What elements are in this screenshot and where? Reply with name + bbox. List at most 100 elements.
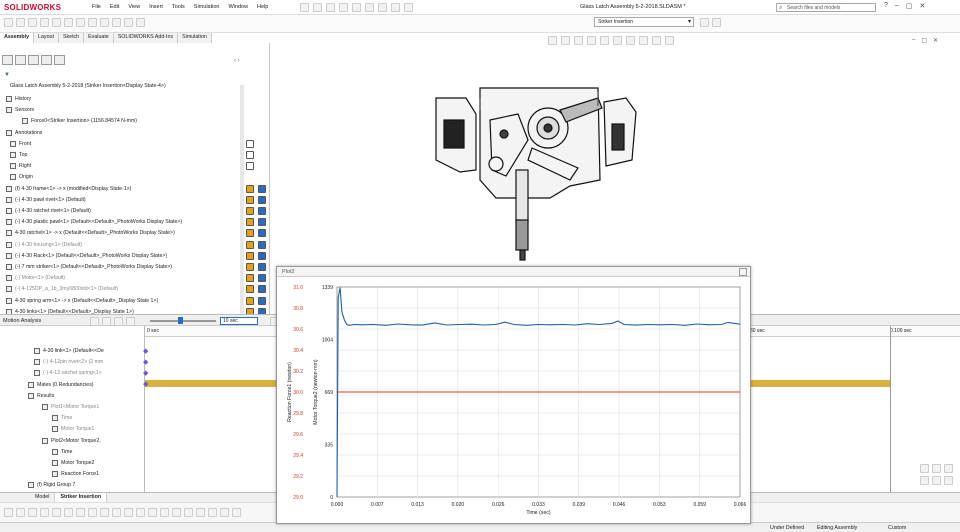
motion-tree-item[interactable]: 4-30 link<1> (Default<<De xyxy=(34,346,104,356)
appearance-icon[interactable] xyxy=(246,251,254,260)
display-state-icon[interactable] xyxy=(258,263,266,271)
appearance-icon[interactable] xyxy=(246,285,254,294)
tool-icon[interactable] xyxy=(40,508,49,517)
tree-item[interactable]: Top xyxy=(10,150,27,160)
appearance-icon[interactable] xyxy=(246,263,254,271)
tree-item[interactable]: Annotations xyxy=(6,128,42,138)
panel-chevrons[interactable]: ‹ › xyxy=(234,58,240,64)
display-state-icon[interactable] xyxy=(258,296,266,305)
tool-icon[interactable] xyxy=(4,508,13,517)
tool-icon[interactable] xyxy=(76,508,85,517)
home-icon[interactable] xyxy=(300,3,309,12)
tool-icon[interactable] xyxy=(112,508,121,517)
tree-scrollbar[interactable] xyxy=(240,85,244,315)
plane-visibility-icon[interactable] xyxy=(246,139,254,148)
instant3d-icon[interactable] xyxy=(136,18,145,27)
tree-item[interactable]: (-) 4-30 pawl rivet<1> (Default) xyxy=(6,195,86,205)
menu-file[interactable]: File xyxy=(92,4,101,10)
view-orientation-icon[interactable] xyxy=(700,18,709,27)
motion-tree-item[interactable]: (-) 4-13 ratchet spring<1> xyxy=(34,368,102,378)
motion-tree-item[interactable]: Time xyxy=(52,447,72,457)
appearance-icon[interactable] xyxy=(246,207,254,215)
mate-icon[interactable] xyxy=(16,18,25,27)
tool-icon[interactable] xyxy=(184,508,193,517)
tree-item[interactable]: Origin xyxy=(10,172,33,182)
tree-item[interactable]: 4-30 ratchet<1> -> x (Default<<Default>_… xyxy=(6,228,175,238)
menu-edit[interactable]: Edit xyxy=(110,4,119,10)
tab-striker-insertion[interactable]: Striker Insertion xyxy=(55,493,108,502)
tree-item[interactable]: (-) 4-30 ratchet rivet<1> (Default) xyxy=(6,206,91,216)
motion-tree-item[interactable]: Time xyxy=(52,413,72,423)
tree-item[interactable]: (-) 4-30 plastic pawl<1> (Default<<Defau… xyxy=(6,217,182,227)
menu-tools[interactable]: Tools xyxy=(172,4,185,10)
play-icon[interactable] xyxy=(114,317,123,326)
search-icon[interactable] xyxy=(548,36,557,45)
minimize-icon[interactable]: – xyxy=(895,2,899,10)
motion-tree-item[interactable]: Motor Torque2 xyxy=(52,458,94,468)
new-document-icon[interactable] xyxy=(313,3,322,12)
feature-manager-tab[interactable] xyxy=(2,55,13,65)
smart-fastener-icon[interactable] xyxy=(40,18,49,27)
motion-tree-item[interactable]: Results xyxy=(28,391,54,401)
tree-item[interactable]: (f) 4-30 frame<1> -> x (modified<Display… xyxy=(6,184,131,194)
motion-tree-item[interactable]: Plot2<Motor Torque2, xyxy=(42,436,101,446)
tab-model[interactable]: Model xyxy=(30,493,56,502)
appearance-icon[interactable] xyxy=(246,218,254,227)
tree-root[interactable]: Glass Latch Assembly 5-2-2018 (Striker I… xyxy=(10,83,166,89)
menu-help[interactable]: Help xyxy=(257,4,268,10)
display-state-icon[interactable] xyxy=(258,218,266,227)
menu-simulation[interactable]: Simulation xyxy=(194,4,220,10)
motion-tree-item[interactable]: (-) 4-12pin rivet<2> (2 mm xyxy=(34,357,103,367)
tool-icon[interactable] xyxy=(196,508,205,517)
zoom-out-icon[interactable] xyxy=(932,476,941,485)
tree-item[interactable]: (-) 4-30 Rack<1> (Default<<Default>_Phot… xyxy=(6,251,167,261)
undo-icon[interactable] xyxy=(365,3,374,12)
zoom-in-icon[interactable] xyxy=(920,464,929,473)
latch-assembly-model[interactable] xyxy=(420,80,650,265)
plane-visibility-icon[interactable] xyxy=(246,151,254,159)
plane-visibility-icon[interactable] xyxy=(246,162,254,171)
display-state-icon[interactable] xyxy=(258,251,266,260)
select-icon[interactable] xyxy=(378,3,387,12)
filter-icon[interactable]: ▼ xyxy=(4,72,10,78)
tool-icon[interactable] xyxy=(64,508,73,517)
bill-of-materials-icon[interactable] xyxy=(112,18,121,27)
appearance-icon[interactable] xyxy=(639,36,648,45)
tool-icon[interactable] xyxy=(136,508,145,517)
motion-tree-item[interactable]: (f) Rigid Group 7 xyxy=(28,480,75,490)
display-state-icon[interactable] xyxy=(258,207,266,215)
display-manager-tab[interactable] xyxy=(54,55,65,65)
status-units[interactable]: Custom xyxy=(888,525,906,531)
display-state-icon[interactable] xyxy=(258,229,266,238)
time-bar-end[interactable] xyxy=(890,326,891,492)
tool-icon[interactable] xyxy=(160,508,169,517)
tab-simulation[interactable]: Simulation xyxy=(178,33,212,43)
close-icon[interactable] xyxy=(739,268,747,276)
restore-icon[interactable]: ▢ xyxy=(921,37,927,44)
tool-icon[interactable] xyxy=(220,508,229,517)
linear-pattern-icon[interactable] xyxy=(28,18,37,27)
appearance-icon[interactable] xyxy=(246,229,254,238)
slider-thumb[interactable] xyxy=(178,317,183,324)
appearance-icon[interactable] xyxy=(246,240,254,249)
property-manager-tab[interactable] xyxy=(15,55,26,65)
display-state-icon[interactable] xyxy=(258,240,266,249)
close-icon[interactable]: ✕ xyxy=(919,2,925,10)
zoom-to-area-icon[interactable] xyxy=(561,36,570,45)
rebuild-icon[interactable] xyxy=(391,3,400,12)
move-component-icon[interactable] xyxy=(52,18,61,27)
tool-icon[interactable] xyxy=(52,508,61,517)
display-style-icon[interactable] xyxy=(712,18,721,27)
zoom-fit-icon[interactable] xyxy=(944,476,953,485)
appearance-icon[interactable] xyxy=(246,195,254,204)
play-from-start-icon[interactable] xyxy=(102,317,111,326)
print-icon[interactable] xyxy=(352,3,361,12)
display-state-icon[interactable] xyxy=(258,285,266,294)
tree-item[interactable]: Sensors xyxy=(6,105,34,115)
tree-item[interactable]: (-) 7 mm striker<1> (Default<<Default>_P… xyxy=(6,262,172,272)
tool-icon[interactable] xyxy=(16,508,25,517)
configuration-select[interactable]: Striker Insertion xyxy=(594,17,694,27)
tree-item[interactable]: (-) 4-30 housing<1> (Default) xyxy=(6,240,82,250)
options-icon[interactable] xyxy=(404,3,413,12)
tool-icon[interactable] xyxy=(88,508,97,517)
